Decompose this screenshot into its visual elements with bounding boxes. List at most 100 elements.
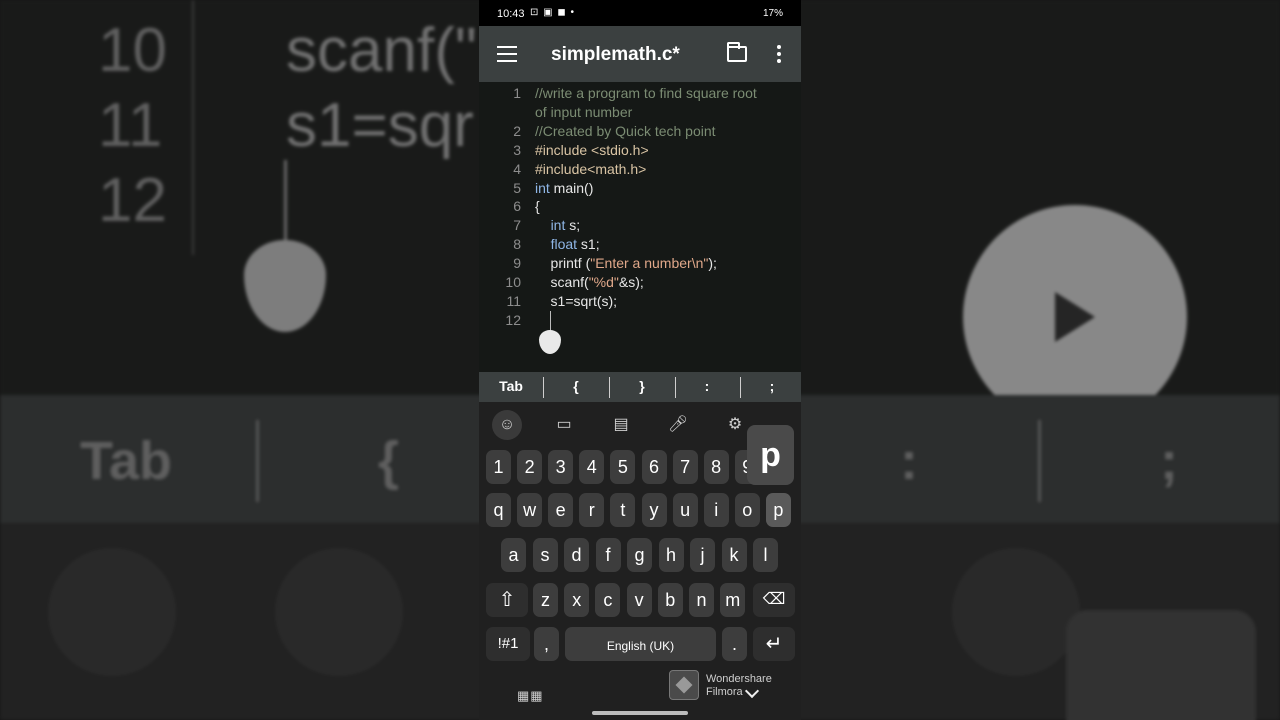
microphone-icon[interactable]: 🎤︎ xyxy=(663,410,693,440)
bg-divider xyxy=(256,420,259,502)
code-line[interactable]: 8 float s1; xyxy=(479,236,801,255)
video-frame: 10 11 12 scanf(" s1=sqr Tab { : ; 10:43 … xyxy=(0,0,1280,720)
code-editor[interactable]: 12 11 s1=sqrt(s); 10 scanf("%d"&s); 9 print… xyxy=(479,82,801,459)
key-digit-4[interactable]: 4 xyxy=(579,450,605,484)
key-a[interactable]: a xyxy=(501,538,526,572)
key-l[interactable]: l xyxy=(753,538,778,572)
key-w[interactable]: w xyxy=(517,493,543,527)
more-vert-icon[interactable] xyxy=(777,45,781,66)
symbol-key-colon[interactable]: : xyxy=(692,378,722,394)
symbol-key-open-brace[interactable]: { xyxy=(561,378,591,394)
code-line[interactable]: 3 #include <stdio.h> xyxy=(479,142,801,161)
symbol-key-tab[interactable]: Tab xyxy=(491,378,531,394)
key-preview-popup: p xyxy=(747,425,794,485)
backspace-key[interactable]: ⌫ xyxy=(753,583,795,617)
bg-clipboard-button xyxy=(275,548,403,676)
code-line[interactable]: 9 printf ("Enter a number\n"); xyxy=(479,255,801,274)
space-key[interactable]: English (UK) xyxy=(565,627,716,661)
divider xyxy=(675,377,676,398)
key-digit-3[interactable]: 3 xyxy=(548,450,574,484)
code-text: int main() xyxy=(535,179,594,196)
code-line[interactable]: 7 int s; xyxy=(479,217,801,236)
key-f[interactable]: f xyxy=(595,538,621,572)
key-e[interactable]: e xyxy=(548,493,574,527)
key-y[interactable]: y xyxy=(641,493,667,527)
key-digit-5[interactable]: 5 xyxy=(610,450,636,484)
key-p[interactable]: p xyxy=(765,493,791,527)
cursor-handle[interactable] xyxy=(539,330,561,354)
line-number: 10 xyxy=(505,274,521,290)
bg-code-text: scanf(" xyxy=(286,16,477,85)
key-h[interactable]: h xyxy=(658,538,684,572)
code-line[interactable]: 12 xyxy=(479,312,801,331)
bg-symbol: Tab xyxy=(80,431,172,491)
key-k[interactable]: k xyxy=(721,538,747,572)
folder-icon[interactable] xyxy=(727,42,747,62)
key-i[interactable]: i xyxy=(703,493,729,527)
bg-key-popup xyxy=(1066,610,1256,720)
line-number: 1 xyxy=(513,85,521,101)
bg-settings-button xyxy=(952,548,1080,676)
code-line[interactable]: 1 //write a program to find square root xyxy=(479,85,801,104)
text-editing-icon[interactable]: ▤ xyxy=(606,410,636,440)
key-digit-7[interactable]: 7 xyxy=(672,450,698,484)
soft-keyboard: ☺ ▭ ▤ 🎤︎ ⚙ 1234567890 qwertyuiop asdfghj… xyxy=(479,402,801,720)
period-key[interactable]: . xyxy=(722,627,747,661)
key-b[interactable]: b xyxy=(657,583,683,617)
file-title: simplemath.c* xyxy=(551,44,680,65)
symbol-key-close-brace[interactable]: } xyxy=(627,378,657,394)
key-m[interactable]: m xyxy=(720,583,746,617)
bg-line-number: 12 xyxy=(98,166,167,235)
symbols-key[interactable]: !#1 xyxy=(486,627,530,661)
key-s[interactable]: s xyxy=(532,538,558,572)
key-q[interactable]: q xyxy=(486,493,511,527)
code-line[interactable]: 6{ xyxy=(479,198,801,217)
emoji-icon[interactable]: ☺ xyxy=(492,410,522,440)
settings-icon[interactable]: ⚙ xyxy=(720,410,750,440)
bg-cursor xyxy=(284,160,287,250)
key-digit-6[interactable]: 6 xyxy=(641,450,667,484)
code-line[interactable]: 2 //Created by Quick tech point xyxy=(479,123,801,142)
clipboard-icon[interactable]: ▭ xyxy=(549,410,579,440)
code-text: s1=sqrt(s); xyxy=(535,292,618,309)
code-line[interactable]: 5 int main() xyxy=(479,180,801,199)
enter-key[interactable]: ↵ xyxy=(753,627,795,661)
line-number: 3 xyxy=(513,141,521,158)
comma-key[interactable]: , xyxy=(534,627,559,661)
code-text: //write a program to find square root xyxy=(535,85,757,101)
key-n[interactable]: n xyxy=(689,583,714,617)
key-z[interactable]: z xyxy=(533,583,558,617)
key-v[interactable]: v xyxy=(626,583,652,617)
watermark-line1: Wondershare xyxy=(706,673,772,685)
line-number: 2 xyxy=(513,122,521,139)
key-g[interactable]: g xyxy=(627,538,652,572)
line-number: 9 xyxy=(513,255,521,272)
line-number: 11 xyxy=(506,292,521,309)
key-x[interactable]: x xyxy=(564,583,590,617)
line-number: 5 xyxy=(513,179,521,196)
key-d[interactable]: d xyxy=(564,538,589,572)
key-digit-1[interactable]: 1 xyxy=(486,450,511,484)
key-digit-8[interactable]: 8 xyxy=(703,450,729,484)
code-line[interactable]: 10 scanf("%d"&s); xyxy=(479,274,801,293)
symbol-key-semicolon[interactable]: ; xyxy=(757,378,787,394)
code-line[interactable]: 4 #include<math.h> xyxy=(479,161,801,180)
status-bar: 10:43 ⊡ ▣ ◼ • 17% xyxy=(479,0,801,26)
hamburger-menu-icon[interactable] xyxy=(497,46,517,62)
line-number: 12 xyxy=(505,311,521,328)
key-r[interactable]: r xyxy=(579,493,605,527)
bg-divider xyxy=(1038,420,1041,502)
key-j[interactable]: j xyxy=(690,538,715,572)
code-line[interactable]: of input number xyxy=(479,104,801,123)
key-c[interactable]: c xyxy=(595,583,621,617)
key-o[interactable]: o xyxy=(734,493,760,527)
shift-key[interactable]: ⇧ xyxy=(486,583,528,617)
notification-icons: ⊡ ▣ ◼ • xyxy=(530,7,575,18)
key-t[interactable]: t xyxy=(610,493,636,527)
bg-gutter-line xyxy=(192,0,194,255)
key-digit-2[interactable]: 2 xyxy=(517,450,543,484)
home-gesture-bar[interactable] xyxy=(592,711,688,715)
code-line[interactable]: 11 s1=sqrt(s); xyxy=(479,293,801,312)
keyboard-switch-icon[interactable]: ▦▦ xyxy=(517,688,544,704)
key-u[interactable]: u xyxy=(672,493,698,527)
